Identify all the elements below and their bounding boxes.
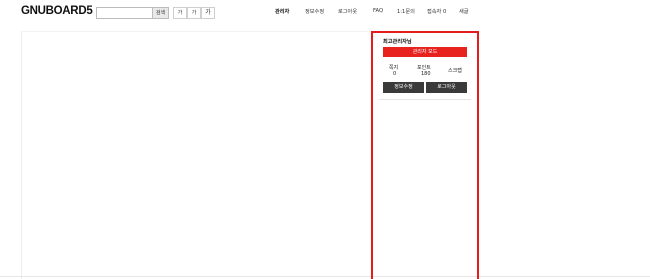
font-size-large-button[interactable]: 가 (201, 7, 215, 19)
outlogin-title: 최고관리자님 (383, 39, 412, 45)
logout-button[interactable]: 로그아웃 (426, 82, 467, 93)
font-size-small-button[interactable]: 가 (173, 7, 187, 19)
font-size-medium-button[interactable]: 가 (187, 7, 201, 19)
content-left-divider (21, 31, 22, 279)
nav-new-posts-link[interactable]: 새글 (459, 8, 469, 18)
search-input[interactable] (96, 7, 152, 19)
scrap-link[interactable]: 스크랩 (448, 67, 462, 74)
admin-mode-button[interactable]: 관리자 모드 (383, 47, 467, 57)
nav-admin-link[interactable]: 관리자 (275, 8, 289, 18)
nav-faq-link[interactable]: FAQ (373, 8, 383, 18)
nav-logout-link[interactable]: 로그아웃 (338, 8, 357, 18)
nav-modify-profile-link[interactable]: 정보수정 (305, 8, 324, 18)
outlogin-box: 최고관리자님 관리자 모드 쪽지 0 포인트 180 스크랩 정보수정 로그아웃 (379, 36, 471, 100)
modify-profile-button[interactable]: 정보수정 (383, 82, 424, 93)
nav-visitors-link[interactable]: 접속자 0 (427, 8, 446, 18)
memo-count[interactable]: 0 (393, 71, 396, 77)
footer-divider (0, 276, 650, 277)
search-button[interactable]: 검색 (152, 7, 169, 19)
point-label[interactable]: 포인트 (417, 64, 431, 71)
nav-qa-link[interactable]: 1:1문의 (397, 8, 415, 18)
site-logo[interactable]: GNUBOARD5 (21, 5, 93, 17)
memo-label[interactable]: 쪽지 (389, 64, 398, 71)
point-value[interactable]: 180 (421, 71, 431, 77)
